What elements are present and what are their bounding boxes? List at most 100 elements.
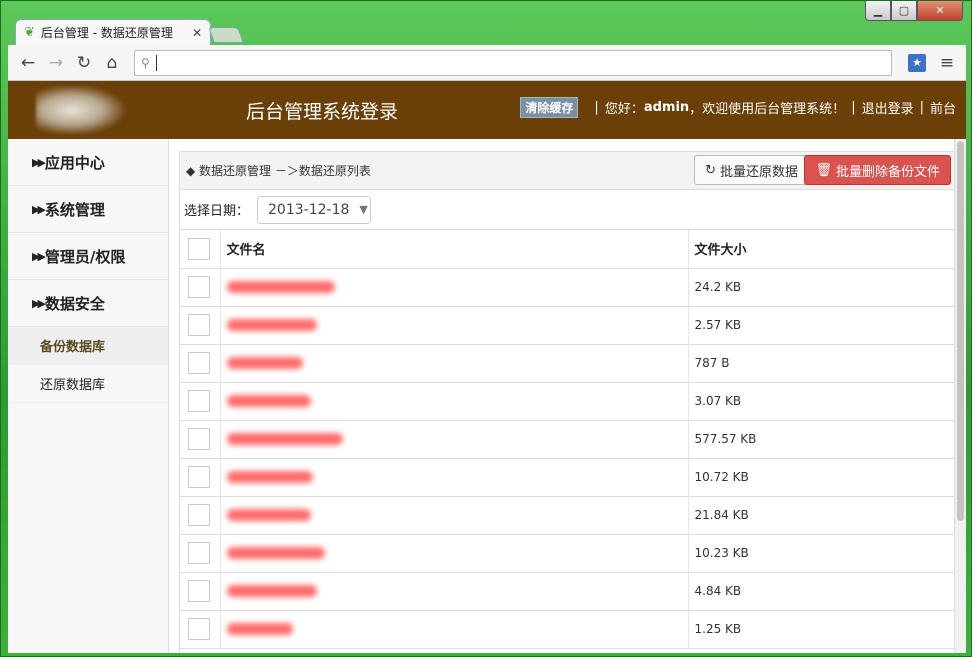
date-filter: 选择日期： 2013-12-18 ▼: [180, 190, 955, 230]
redacted-filename: [226, 623, 293, 635]
sidebar-item-data-security[interactable]: ▶▶ 数据安全: [8, 280, 168, 327]
select-all-cell: [180, 230, 221, 269]
row-checkbox[interactable]: [188, 504, 210, 526]
row-checkbox[interactable]: [188, 618, 210, 640]
filename-cell: [220, 344, 689, 383]
chevron-down-icon: ▼: [359, 203, 368, 216]
filesize-cell: 10.72 KB: [688, 458, 955, 497]
frontend-link[interactable]: 前台: [930, 98, 956, 117]
filename-cell: [220, 610, 689, 649]
row-checkbox[interactable]: [188, 276, 210, 298]
batch-restore-button[interactable]: ↻ 批量还原数据: [694, 155, 809, 185]
close-window-button[interactable]: ✕: [917, 1, 963, 21]
row-checkbox[interactable]: [188, 314, 210, 336]
menu-icon[interactable]: ≡: [934, 53, 960, 73]
redacted-filename: [226, 471, 313, 483]
row-checkbox[interactable]: [188, 466, 210, 488]
table-row[interactable]: 24.2 KB: [180, 268, 955, 307]
row-checkbox-cell: [180, 610, 221, 649]
redacted-filename: [226, 509, 311, 521]
column-filesize: 文件大小: [688, 230, 955, 269]
row-checkbox[interactable]: [188, 390, 210, 412]
back-icon[interactable]: ←: [14, 50, 42, 76]
redacted-filename: [226, 547, 325, 559]
filesize-cell: 4.84 KB: [688, 572, 955, 611]
table-row[interactable]: 3.07 KB: [180, 382, 955, 421]
reload-icon[interactable]: ↻: [70, 50, 98, 76]
filesize-cell: 787 B: [688, 344, 955, 383]
clear-cache-button[interactable]: 清除缓存: [520, 97, 579, 118]
row-checkbox-cell: [180, 306, 221, 345]
table-row[interactable]: 787 B: [180, 344, 955, 383]
redacted-filename: [226, 433, 343, 445]
trash-icon: 🗑: [815, 162, 832, 178]
close-tab-icon[interactable]: ✕: [192, 26, 202, 40]
sidebar-item-label: 数据安全: [44, 294, 105, 313]
restore-panel: ◆ 数据还原管理 －＞数据还原列表 ↻ 批量还原数据 🗑 批量删除备份文件 选择…: [179, 151, 956, 653]
table-row[interactable]: 1.25 KB: [180, 610, 955, 649]
date-select[interactable]: 2013-12-18 ▼: [257, 195, 372, 224]
filename-cell: [220, 458, 689, 497]
filename-cell: [220, 306, 689, 345]
table-header-row: 文件名 文件大小: [180, 230, 955, 269]
panel-heading: ◆ 数据还原管理 －＞数据还原列表 ↻ 批量还原数据 🗑 批量删除备份文件: [180, 152, 955, 190]
filesize-cell: 3.07 KB: [688, 382, 955, 421]
table-row[interactable]: 4.84 KB: [180, 572, 955, 611]
double-arrow-icon: ▶▶: [32, 249, 46, 263]
browser-toolbar: ← → ↻ ⌂ ⚲ ★ ≡: [8, 45, 966, 81]
site-header: 后台管理系统登录 清除缓存 | 您好： admin ，欢迎使用后台管理系统！ |…: [8, 81, 966, 139]
minimize-button[interactable]: ▁: [865, 1, 891, 21]
browser-window: ▁ ▢ ✕ ❦ 后台管理 - 数据还原管理 ✕ ← → ↻ ⌂ ⚲ ★ ≡ 后台…: [0, 0, 972, 657]
row-checkbox-cell: [180, 534, 221, 573]
filename-cell: [220, 382, 689, 421]
filename-cell: [220, 268, 689, 307]
tab-active[interactable]: ❦ 后台管理 - 数据还原管理 ✕: [15, 19, 211, 45]
scrollbar-thumb[interactable]: [957, 141, 964, 521]
backup-file-table: 文件名 文件大小 24.2 KB 2.57 KB 787 B 3.07 KB 577.5…: [180, 230, 955, 649]
refresh-icon: ↻: [705, 162, 716, 178]
row-checkbox[interactable]: [188, 580, 210, 602]
sidebar-subitem-restore[interactable]: 还原数据库: [8, 365, 168, 403]
double-arrow-icon: ▶▶: [32, 296, 46, 310]
column-filename: 文件名: [220, 230, 689, 269]
new-tab-button[interactable]: [208, 27, 244, 43]
table-row[interactable]: 2.57 KB: [180, 306, 955, 345]
tab-bar: ❦ 后台管理 - 数据还原管理 ✕: [1, 19, 971, 45]
maximize-button[interactable]: ▢: [891, 1, 917, 21]
filter-label: 选择日期：: [184, 204, 250, 219]
batch-delete-button[interactable]: 🗑 批量删除备份文件: [804, 155, 951, 185]
filesize-cell: 10.23 KB: [688, 534, 955, 573]
logout-link[interactable]: 退出登录: [862, 98, 914, 117]
content-area: ▶▶ 应用中心 ▶▶ 系统管理 ▶▶ 管理员/权限 ▶▶ 数据安全 备份数据库 …: [8, 139, 966, 653]
table-row[interactable]: 21.84 KB: [180, 496, 955, 535]
page-scrollbar[interactable]: [954, 139, 966, 653]
bookmark-star-icon[interactable]: ★: [908, 53, 926, 72]
filesize-cell: 2.57 KB: [688, 306, 955, 345]
home-icon[interactable]: ⌂: [98, 50, 126, 76]
url-input[interactable]: [155, 54, 885, 71]
date-value: 2013-12-18: [268, 201, 350, 218]
sidebar-item-admin[interactable]: ▶▶ 管理员/权限: [8, 233, 168, 280]
header-user-bar: 清除缓存 | 您好： admin ，欢迎使用后台管理系统！ | 退出登录 | 前…: [520, 97, 956, 118]
sidebar-subitem-backup[interactable]: 备份数据库: [8, 327, 168, 365]
table-row[interactable]: 10.23 KB: [180, 534, 955, 573]
table-row[interactable]: 577.57 KB: [180, 420, 955, 459]
sidebar-item-label: 系统管理: [44, 200, 105, 219]
site-name-blurred: [152, 101, 250, 119]
forward-icon[interactable]: →: [42, 50, 70, 76]
address-bar[interactable]: ⚲: [134, 49, 892, 76]
select-all-checkbox[interactable]: [188, 237, 210, 260]
row-checkbox[interactable]: [188, 428, 210, 450]
redacted-filename: [226, 319, 317, 331]
row-checkbox-cell: [180, 382, 221, 421]
row-checkbox-cell: [180, 572, 221, 611]
sidebar-item-app-center[interactable]: ▶▶ 应用中心: [8, 139, 168, 186]
row-checkbox[interactable]: [188, 352, 210, 374]
row-checkbox-cell: [180, 458, 221, 497]
sidebar-item-system[interactable]: ▶▶ 系统管理: [8, 186, 168, 233]
row-checkbox[interactable]: [188, 542, 210, 564]
breadcrumb: ◆ 数据还原管理 －＞数据还原列表: [186, 164, 371, 178]
filename-cell: [220, 534, 689, 573]
table-row[interactable]: 10.72 KB: [180, 458, 955, 497]
row-checkbox-cell: [180, 496, 221, 535]
